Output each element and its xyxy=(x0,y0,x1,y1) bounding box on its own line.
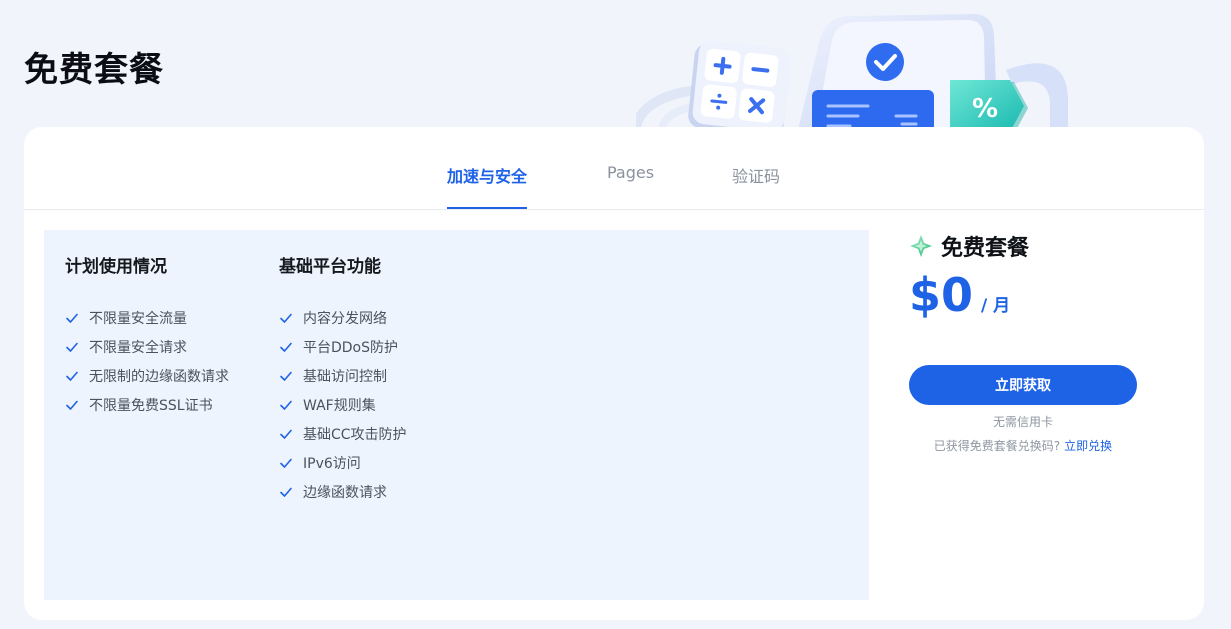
sparkle-icon xyxy=(910,235,932,257)
platform-column: 基础平台功能 内容分发网络 平台DDoS防护 基础访问控制 WAF规则集 基础C… xyxy=(279,252,407,506)
plan-summary: 免费套餐 $0 / 月 立即获取 无需信用卡 已获得免费套餐兑换码? 立即兑换 xyxy=(909,230,1137,453)
feature-label: 边缘函数请求 xyxy=(303,484,387,501)
price-row: $0 / 月 xyxy=(909,270,1137,321)
redeem-row: 已获得免费套餐兑换码? 立即兑换 xyxy=(889,437,1157,454)
usage-column: 计划使用情况 不限量安全流量 不限量安全请求 无限制的边缘函数请求 不限量免费S… xyxy=(65,252,229,419)
feature-label: WAF规则集 xyxy=(303,397,376,414)
check-icon xyxy=(66,342,78,352)
feature-label: 基础CC攻击防护 xyxy=(303,426,407,443)
svg-text:%: % xyxy=(972,94,998,124)
features-panel: 计划使用情况 不限量安全流量 不限量安全请求 无限制的边缘函数请求 不限量免费S… xyxy=(44,230,869,600)
feature-item: 不限量安全流量 xyxy=(65,303,229,332)
feature-item: 边缘函数请求 xyxy=(279,477,407,506)
redeem-link[interactable]: 立即兑换 xyxy=(1064,439,1112,453)
feature-label: 基础访问控制 xyxy=(303,368,387,385)
feature-item: 平台DDoS防护 xyxy=(279,332,407,361)
feature-label: 无限制的边缘函数请求 xyxy=(89,368,229,385)
redeem-question: 已获得免费套餐兑换码? xyxy=(933,439,1061,453)
tab-captcha[interactable]: 验证码 xyxy=(732,163,780,209)
tab-acceleration-security[interactable]: 加速与安全 xyxy=(447,163,527,209)
tab-bar: 加速与安全 Pages 验证码 xyxy=(24,127,1204,210)
feature-label: 不限量安全流量 xyxy=(89,310,187,327)
feature-label: IPv6访问 xyxy=(303,455,361,472)
check-icon xyxy=(280,342,292,352)
no-credit-card-note: 无需信用卡 xyxy=(992,415,1053,429)
feature-item: WAF规则集 xyxy=(279,390,407,419)
price-unit: / 月 xyxy=(981,296,1011,316)
plan-name: 免费套餐 xyxy=(941,236,1030,261)
billing-illustration: % xyxy=(636,14,1068,138)
check-icon xyxy=(66,313,78,323)
feature-item: 无限制的边缘函数请求 xyxy=(65,361,229,390)
plan-card: 加速与安全 Pages 验证码 计划使用情况 不限量安全流量 不限量安全请求 无… xyxy=(24,127,1204,620)
feature-item: 不限量免费SSL证书 xyxy=(65,390,229,419)
platform-title: 基础平台功能 xyxy=(279,257,381,277)
check-icon xyxy=(280,458,292,468)
feature-label: 不限量安全请求 xyxy=(89,339,187,356)
check-icon xyxy=(66,371,78,381)
feature-label: 内容分发网络 xyxy=(303,310,387,327)
check-icon xyxy=(280,487,292,497)
feature-item: 内容分发网络 xyxy=(279,303,407,332)
check-icon xyxy=(280,400,292,410)
feature-label: 不限量免费SSL证书 xyxy=(89,397,213,414)
feature-item: IPv6访问 xyxy=(279,448,407,477)
plan-header: 免费套餐 xyxy=(909,230,1137,262)
check-icon xyxy=(280,371,292,381)
page-title: 免费套餐 xyxy=(24,50,164,90)
plan-price: $0 xyxy=(909,268,974,322)
feature-item: 基础访问控制 xyxy=(279,361,407,390)
feature-item: 基础CC攻击防护 xyxy=(279,419,407,448)
get-now-button[interactable]: 立即获取 xyxy=(909,365,1137,405)
feature-label: 平台DDoS防护 xyxy=(303,339,399,356)
check-icon xyxy=(280,313,292,323)
check-icon xyxy=(280,429,292,439)
usage-title: 计划使用情况 xyxy=(65,257,167,277)
feature-item: 不限量安全请求 xyxy=(65,332,229,361)
tab-pages[interactable]: Pages xyxy=(607,163,654,209)
check-icon xyxy=(66,400,78,410)
